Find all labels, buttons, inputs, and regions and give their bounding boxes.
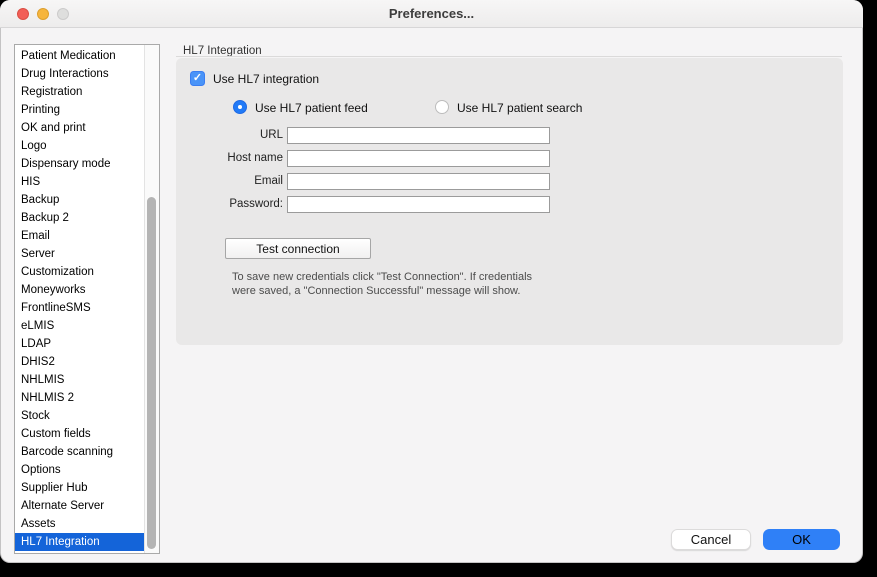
cancel-button[interactable]: Cancel xyxy=(671,529,751,550)
radio-patient-feed[interactable] xyxy=(233,100,247,114)
sidebar-item-supplier-hub[interactable]: Supplier Hub xyxy=(15,479,144,497)
sidebar-item-printing[interactable]: Printing xyxy=(15,101,144,119)
sidebar-item-backup[interactable]: Backup xyxy=(15,191,144,209)
ok-button[interactable]: OK xyxy=(763,529,840,550)
radio-patient-search[interactable] xyxy=(435,100,449,114)
password-label: Password: xyxy=(176,198,283,210)
sidebar-item-assets[interactable]: Assets xyxy=(15,515,144,533)
sidebar-item-customization[interactable]: Customization xyxy=(15,263,144,281)
password-input[interactable] xyxy=(287,196,550,213)
help-text-line2: were saved, a "Connection Successful" me… xyxy=(232,284,532,298)
sidebar-item-logo[interactable]: Logo xyxy=(15,137,144,155)
help-text-line1: To save new credentials click "Test Conn… xyxy=(232,270,532,284)
sidebar-item-elmis[interactable]: eLMIS xyxy=(15,317,144,335)
sidebar-scrollbar-track[interactable] xyxy=(144,45,159,553)
sidebar-list: Patient MedicationDrug InteractionsRegis… xyxy=(15,47,144,551)
host-name-input[interactable] xyxy=(287,150,550,167)
sidebar-item-dispensary-mode[interactable]: Dispensary mode xyxy=(15,155,144,173)
window-title: Preferences... xyxy=(0,6,863,21)
sidebar-item-backup-2[interactable]: Backup 2 xyxy=(15,209,144,227)
sidebar-item-nhlmis-2[interactable]: NHLMIS 2 xyxy=(15,389,144,407)
hl7-settings-panel: ✓ Use HL7 integration Use HL7 patient fe… xyxy=(176,58,843,345)
sidebar-item-barcode-scanning[interactable]: Barcode scanning xyxy=(15,443,144,461)
sidebar-item-stock[interactable]: Stock xyxy=(15,407,144,425)
help-text: To save new credentials click "Test Conn… xyxy=(232,270,532,298)
sidebar-item-custom-fields[interactable]: Custom fields xyxy=(15,425,144,443)
radio-dot xyxy=(238,105,242,109)
sidebar-item-registration[interactable]: Registration xyxy=(15,83,144,101)
sidebar-item-drug-interactions[interactable]: Drug Interactions xyxy=(15,65,144,83)
section-divider xyxy=(176,56,842,57)
radio-patient-feed-label[interactable]: Use HL7 patient feed xyxy=(255,101,368,115)
sidebar-scrollbar-thumb[interactable] xyxy=(147,197,156,549)
use-hl7-checkbox-label[interactable]: Use HL7 integration xyxy=(213,72,319,86)
radio-patient-search-label[interactable]: Use HL7 patient search xyxy=(457,101,582,115)
use-hl7-checkbox[interactable]: ✓ xyxy=(190,71,205,86)
sidebar-item-dhis2[interactable]: DHIS2 xyxy=(15,353,144,371)
titlebar: Preferences... xyxy=(0,0,863,28)
host-name-label: Host name xyxy=(176,152,283,164)
sidebar-item-server[interactable]: Server xyxy=(15,245,144,263)
sidebar-item-hl7-integration[interactable]: HL7 Integration xyxy=(15,533,144,551)
sidebar-item-ok-and-print[interactable]: OK and print xyxy=(15,119,144,137)
sidebar-item-email[interactable]: Email xyxy=(15,227,144,245)
url-input[interactable] xyxy=(287,127,550,144)
url-label: URL xyxy=(176,129,283,141)
sidebar-item-nhlmis[interactable]: NHLMIS xyxy=(15,371,144,389)
sidebar-item-moneyworks[interactable]: Moneyworks xyxy=(15,281,144,299)
email-label: Email xyxy=(176,175,283,187)
sidebar-item-frontlinesms[interactable]: FrontlineSMS xyxy=(15,299,144,317)
preferences-category-list: Patient MedicationDrug InteractionsRegis… xyxy=(14,44,160,554)
sidebar-item-alternate-server[interactable]: Alternate Server xyxy=(15,497,144,515)
test-connection-button[interactable]: Test connection xyxy=(225,238,371,259)
check-icon: ✓ xyxy=(193,72,202,84)
sidebar-item-ldap[interactable]: LDAP xyxy=(15,335,144,353)
sidebar-item-patient-medication[interactable]: Patient Medication xyxy=(15,47,144,65)
sidebar-item-his[interactable]: HIS xyxy=(15,173,144,191)
sidebar-item-options[interactable]: Options xyxy=(15,461,144,479)
preferences-window: Preferences... Patient MedicationDrug In… xyxy=(0,0,863,563)
email-input[interactable] xyxy=(287,173,550,190)
